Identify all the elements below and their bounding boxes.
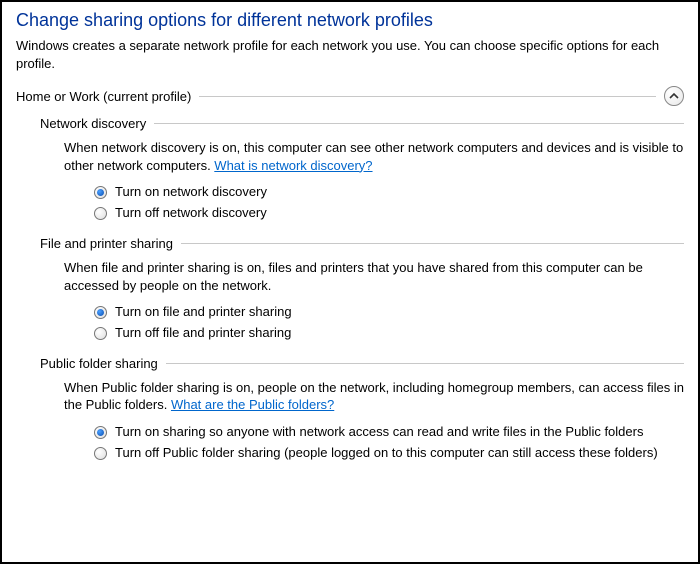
radio-turn-on-public-folder-sharing[interactable]: Turn on sharing so anyone with network a… [94,424,684,441]
divider [154,123,684,124]
section-public-folder-sharing: Public folder sharing When Public folder… [40,356,684,462]
section-heading: Network discovery [40,116,684,131]
radio-turn-on-file-printer-sharing[interactable]: Turn on file and printer sharing [94,304,684,321]
divider [181,243,684,244]
divider [166,363,684,364]
heading-label: Network discovery [40,116,154,131]
radio-icon [94,306,107,319]
section-heading: Public folder sharing [40,356,684,371]
section-heading: File and printer sharing [40,236,684,251]
radio-label: Turn off file and printer sharing [115,325,291,342]
link-what-is-network-discovery[interactable]: What is network discovery? [214,158,372,173]
radio-label: Turn on file and printer sharing [115,304,292,321]
radio-icon [94,426,107,439]
radio-turn-off-network-discovery[interactable]: Turn off network discovery [94,205,684,222]
link-what-are-public-folders[interactable]: What are the Public folders? [171,397,334,412]
collapse-button[interactable] [664,86,684,106]
heading-label: File and printer sharing [40,236,181,251]
radio-icon [94,207,107,220]
radio-label: Turn off Public folder sharing (people l… [115,445,658,462]
radio-label: Turn on network discovery [115,184,267,201]
section-description: When Public folder sharing is on, people… [64,379,684,414]
profile-header[interactable]: Home or Work (current profile) [16,86,684,106]
radio-icon [94,447,107,460]
radio-icon [94,327,107,340]
section-description: When network discovery is on, this compu… [64,139,684,174]
page-subtitle: Windows creates a separate network profi… [16,37,684,72]
section-file-printer-sharing: File and printer sharing When file and p… [40,236,684,342]
section-network-discovery: Network discovery When network discovery… [40,116,684,222]
radio-turn-off-public-folder-sharing[interactable]: Turn off Public folder sharing (people l… [94,445,684,462]
desc-text: When network discovery is on, this compu… [64,140,683,173]
profile-label: Home or Work (current profile) [16,89,199,104]
radio-label: Turn on sharing so anyone with network a… [115,424,643,441]
heading-label: Public folder sharing [40,356,166,371]
page-title: Change sharing options for different net… [16,10,684,31]
radio-turn-on-network-discovery[interactable]: Turn on network discovery [94,184,684,201]
desc-text: When Public folder sharing is on, people… [64,380,684,413]
chevron-up-icon [669,91,679,101]
radio-icon [94,186,107,199]
radio-label: Turn off network discovery [115,205,267,222]
radio-turn-off-file-printer-sharing[interactable]: Turn off file and printer sharing [94,325,684,342]
divider [199,96,656,97]
section-description: When file and printer sharing is on, fil… [64,259,684,294]
